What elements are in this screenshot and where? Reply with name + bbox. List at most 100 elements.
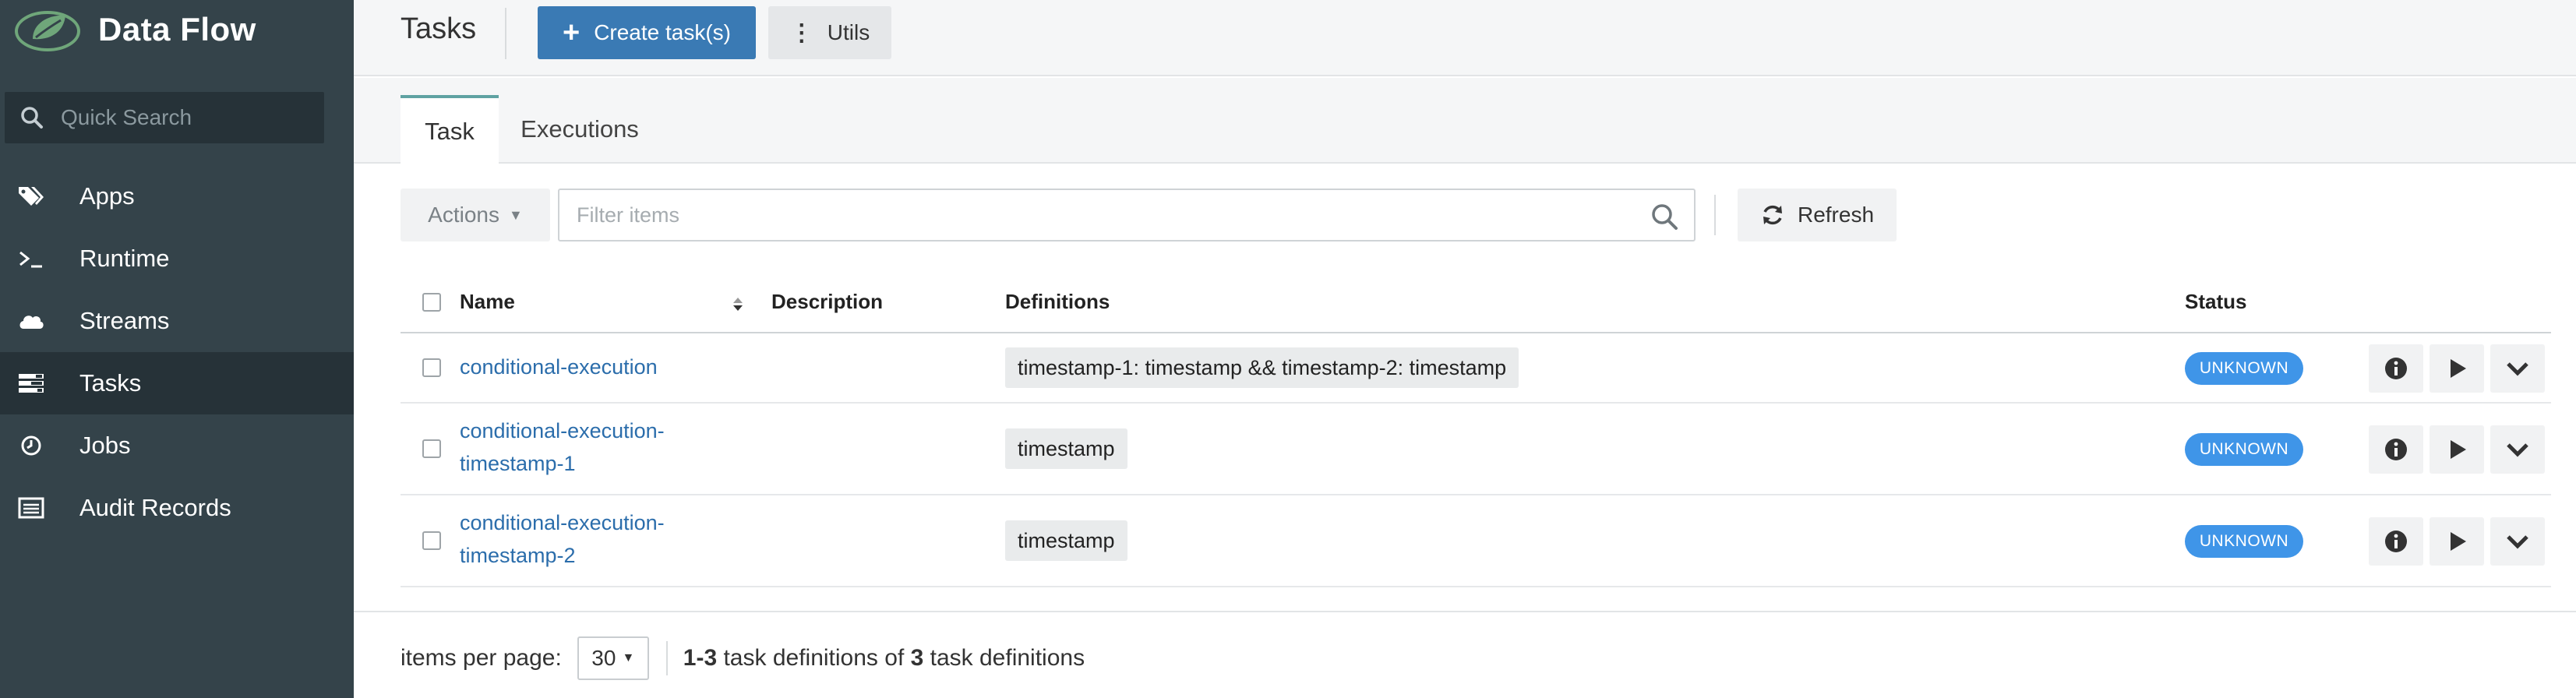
sidebar: Data Flow Apps [0,0,354,698]
column-header-name[interactable]: Name [460,290,515,314]
header-divider [505,8,506,59]
create-task-button[interactable]: + Create task(s) [538,6,756,59]
filter-box[interactable] [558,189,1696,241]
status-badge: UNKNOWN [2185,433,2303,466]
actions-label: Actions [428,203,499,227]
sidebar-item-label: Jobs [79,432,131,459]
launch-button[interactable] [2430,517,2484,566]
play-icon [2451,532,2466,551]
utils-button[interactable]: ⋮ Utils [768,6,891,59]
task-name-line: conditional-execution- [460,419,665,442]
sidebar-item-label: Runtime [79,245,170,272]
sidebar-item-audit-records[interactable]: Audit Records [0,477,354,539]
brand-title: Data Flow [98,11,256,48]
vertical-ellipsis-icon: ⋮ [789,19,813,46]
sidebar-item-label: Apps [79,182,135,210]
sidebar-item-label: Streams [79,307,170,334]
actions-dropdown[interactable]: Actions ▼ [401,189,550,241]
sidebar-item-streams[interactable]: Streams [0,290,354,352]
definition-badge: timestamp [1005,520,1127,561]
task-name-line: timestamp-2 [460,544,576,567]
tab-task[interactable]: Task [401,95,499,165]
refresh-label: Refresh [1797,203,1875,227]
row-checkbox[interactable] [422,358,441,377]
spring-logo-icon [15,11,80,51]
table-toolbar: Actions ▼ Refresh [401,189,2576,241]
sidebar-item-label: Tasks [79,369,142,397]
status-badge: UNKNOWN [2185,525,2303,558]
play-icon [2451,440,2466,459]
sidebar-item-tasks[interactable]: Tasks [0,352,354,414]
more-actions-button[interactable] [2490,344,2545,393]
page-title: Tasks [401,12,477,45]
cloud-icon [16,305,47,337]
refresh-icon [1763,205,1782,225]
chevron-down-icon [2507,535,2528,549]
page-header: Tasks + Create task(s) ⋮ Utils [354,0,2576,76]
info-button[interactable] [2369,425,2423,474]
pagination-summary: 1-3 task definitions of 3 task definitio… [683,645,1085,672]
create-task-label: Create task(s) [594,20,732,44]
task-name-line: conditional-execution [460,355,658,379]
play-icon [2451,359,2466,378]
refresh-button[interactable]: Refresh [1738,189,1897,241]
quick-search[interactable] [5,92,324,143]
info-icon [2385,439,2407,460]
table-row: conditional-execution- timestamp-1 times… [401,404,2551,495]
tabs: Task Executions [354,78,2576,165]
brand[interactable]: Data Flow [12,5,256,55]
task-name-link[interactable]: conditional-execution- timestamp-2 [460,506,665,572]
sort-icon[interactable] [731,291,745,316]
info-button[interactable] [2369,344,2423,393]
toolbar-divider [1714,195,1716,235]
column-header-description: Description [771,290,884,313]
tasks-icon [16,368,47,399]
sidebar-item-jobs[interactable]: Jobs [0,414,354,477]
sidebar-item-apps[interactable]: Apps [0,165,354,227]
caret-down-icon: ▼ [622,651,635,665]
status-badge: UNKNOWN [2185,352,2303,385]
row-checkbox[interactable] [422,439,441,458]
filter-input[interactable] [575,202,1619,228]
info-icon [2385,358,2407,379]
row-checkbox[interactable] [422,531,441,550]
sidebar-nav: Apps Runtime Streams Tasks Jobs Audit Re… [0,165,354,539]
range-value: 1-3 [683,645,718,671]
items-per-page-select[interactable]: 30 ▼ [577,636,649,680]
more-actions-button[interactable] [2490,517,2545,566]
chevron-down-icon [2507,362,2528,376]
task-name-line: timestamp-1 [460,452,576,475]
quick-search-input[interactable] [59,104,309,131]
launch-button[interactable] [2430,425,2484,474]
select-all-checkbox[interactable] [422,293,441,312]
definition-badge: timestamp-1: timestamp && timestamp-2: t… [1005,347,1519,388]
total-value: 3 [910,645,924,671]
column-header-definitions: Definitions [1005,290,1110,313]
info-icon [2385,531,2407,552]
info-button[interactable] [2369,517,2423,566]
clock-icon [16,430,47,461]
footer-divider [354,611,2576,612]
launch-button[interactable] [2430,344,2484,393]
table-header: Name Description Definitions Status [401,274,2551,333]
sidebar-item-label: Audit Records [79,494,231,521]
tags-icon [16,181,47,212]
caret-down-icon: ▼ [509,206,523,223]
footer-separator [665,641,668,675]
task-name-link[interactable]: conditional-execution- timestamp-1 [460,414,665,480]
task-definitions-table: Name Description Definitions Status cond… [401,274,2551,587]
column-header-status: Status [2185,290,2247,313]
table-row: conditional-execution timestamp-1: times… [401,333,2551,404]
list-icon [16,492,47,524]
plus-icon: + [562,16,580,49]
sidebar-item-runtime[interactable]: Runtime [0,227,354,290]
items-per-page-label: items per page: [401,645,562,671]
utils-label: Utils [827,20,870,44]
search-icon [21,107,43,129]
search-icon [1652,204,1678,230]
task-name-link[interactable]: conditional-execution [460,351,658,383]
more-actions-button[interactable] [2490,425,2545,474]
tab-executions[interactable]: Executions [510,95,650,164]
table-row: conditional-execution- timestamp-2 times… [401,495,2551,587]
chevron-down-icon [2507,443,2528,457]
